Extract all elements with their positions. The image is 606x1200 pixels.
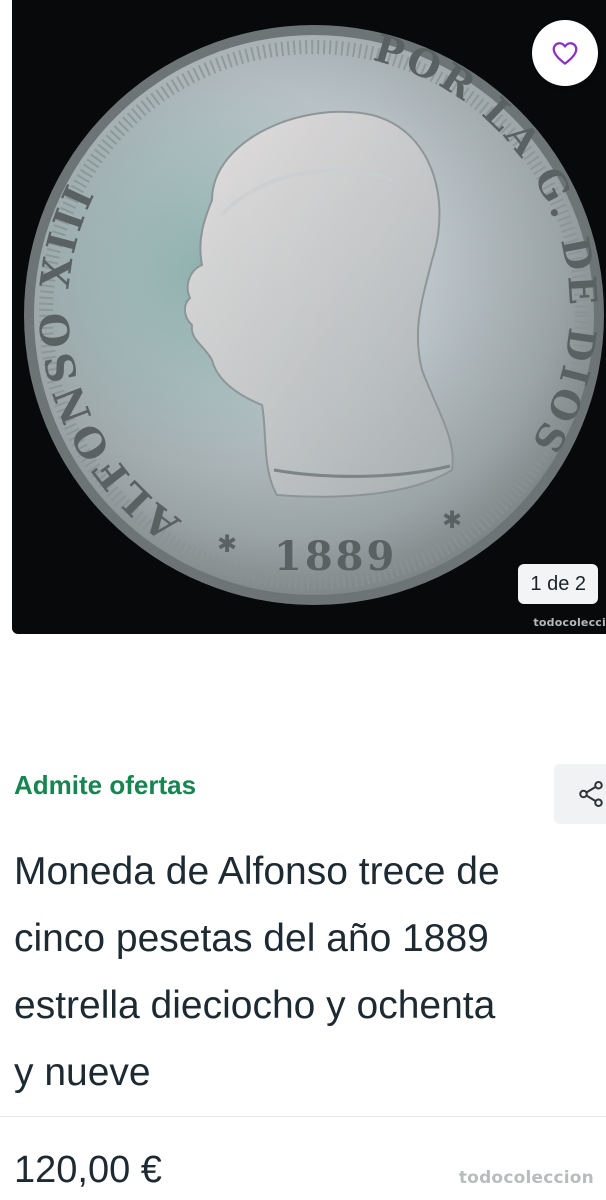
coin-star-left: ✱ <box>217 530 237 558</box>
listing-title: Moneda de Alfonso trece de cinco pesetas… <box>14 838 606 1106</box>
image-watermark: todocolecci <box>533 616 606 629</box>
offers-badge: Admite ofertas <box>14 770 197 800</box>
share-button[interactable] <box>554 764 606 824</box>
title-line: estrella dieciocho y ochenta <box>14 984 496 1027</box>
title-line: y nueve <box>14 1051 151 1094</box>
title-line: cinco pesetas del año 1889 <box>14 917 489 960</box>
heart-icon <box>552 42 578 65</box>
title-line: Moneda de Alfonso trece de <box>14 850 500 893</box>
coin-star-right: ✱ <box>442 506 462 534</box>
site-watermark: todocoleccion <box>458 1168 594 1188</box>
coin-year: 1889 <box>274 533 397 580</box>
favorite-button[interactable] <box>532 20 598 86</box>
listing-page: ALFONSO XIII POR LA G. DE DIOS ✱ ✱ 1889 … <box>0 0 606 1200</box>
coin-photo[interactable]: ALFONSO XIII POR LA G. DE DIOS ✱ ✱ 1889 <box>12 0 606 634</box>
share-icon <box>579 781 603 807</box>
image-gallery[interactable]: ALFONSO XIII POR LA G. DE DIOS ✱ ✱ 1889 … <box>12 0 606 634</box>
image-counter: 1 de 2 <box>518 564 598 604</box>
divider <box>0 1116 606 1117</box>
price: 120,00 € <box>14 1149 162 1191</box>
